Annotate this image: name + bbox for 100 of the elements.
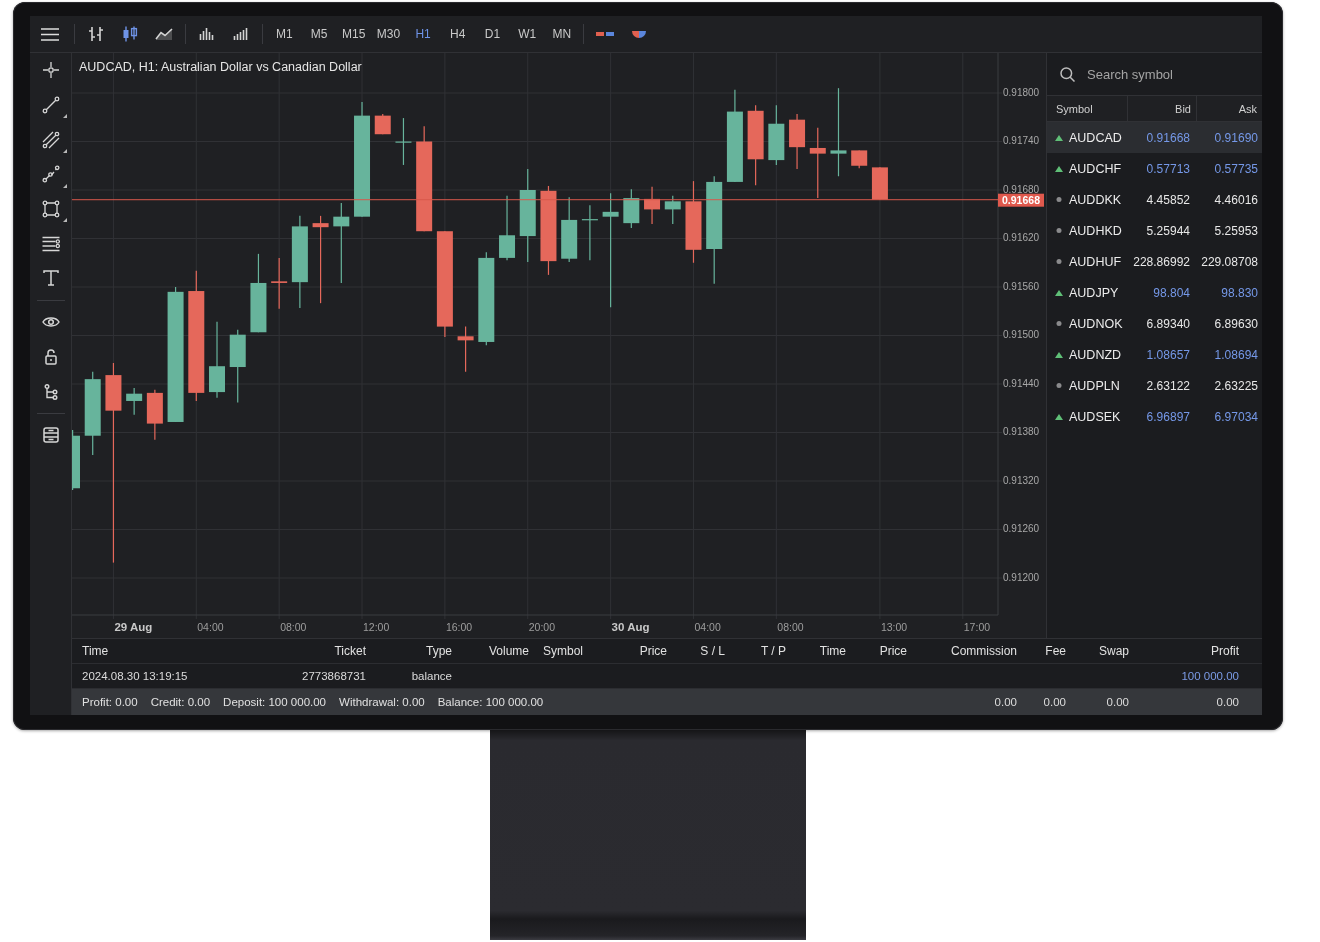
bid-price: 2.63122 — [1145, 378, 1191, 393]
summary-item: Balance: 100 000.00 — [437, 696, 544, 708]
watchlist-row[interactable]: AUDJPY 98.804 98.830 — [1047, 277, 1262, 308]
timeframe-tab[interactable]: M30 — [371, 19, 406, 49]
column-header: Profit — [1210, 644, 1240, 658]
time-axis-label: 12:00 — [363, 621, 390, 633]
watchlist-row[interactable]: AUDNZD 1.08657 1.08694 — [1047, 339, 1262, 370]
total-cell-text: 0.00 — [1215, 696, 1240, 708]
menu-icon[interactable] — [41, 27, 59, 41]
timeframe-tab[interactable]: M15 — [336, 19, 372, 49]
symbol-name: AUDSEK — [1069, 409, 1121, 424]
price-axis-label: 0.91620 — [1003, 232, 1040, 243]
search-field[interactable]: Search symbol — [1087, 63, 1237, 85]
current-price-tag: 0.91668 — [998, 193, 1044, 207]
column-header: Symbol — [542, 644, 584, 658]
histogram-icon[interactable] — [199, 28, 215, 40]
column-header: Price — [878, 644, 908, 658]
timeframe-tab[interactable]: D1 — [475, 19, 510, 49]
price-axis-label: 0.91320 — [1003, 474, 1040, 486]
symbol-name: AUDNZD — [1069, 347, 1122, 362]
ohlc-bars-icon[interactable] — [88, 26, 104, 42]
summary-item: Deposit: 100 000.00 — [223, 696, 327, 708]
candlestick-icon[interactable] — [122, 26, 138, 42]
submenu-corner-icon — [63, 183, 67, 188]
watchlist-row[interactable]: AUDSEK 6.96897 6.97034 — [1047, 401, 1262, 432]
ask-price: 229.08708 — [1200, 254, 1259, 269]
watchlist-row[interactable]: AUDNOK 6.89340 6.89630 — [1047, 308, 1262, 339]
summary-item: Withdrawal: 0.00 — [339, 696, 425, 708]
stacked-panels-icon[interactable] — [42, 427, 59, 444]
price-axis-label: 0.91440 — [1003, 377, 1040, 389]
total-cell-text: 0.00 — [993, 696, 1018, 708]
text-tool-icon[interactable] — [42, 270, 59, 287]
timeframe-tab[interactable]: MN — [544, 19, 580, 49]
symbol-name: AUDHKD — [1069, 223, 1122, 238]
crosshair-icon[interactable] — [41, 61, 60, 80]
price-axis-label: 0.91800 — [1003, 86, 1040, 98]
column-header: S / L — [699, 644, 726, 658]
table-cell-text: 2024.08.30 13:19:15 — [81, 670, 189, 682]
symbol-name: AUDNOK — [1069, 316, 1123, 331]
watchlist-row[interactable]: AUDHKD 5.25944 5.25953 — [1047, 215, 1262, 246]
watchlist-row[interactable]: AUDHUF 228.86992 229.08708 — [1047, 246, 1262, 277]
table-cell-text: 2773868731 — [301, 670, 367, 682]
watchlist-row[interactable]: AUDCHF 0.57713 0.57735 — [1047, 153, 1262, 184]
submenu-corner-icon — [63, 218, 67, 223]
column-header: Symbol — [1055, 101, 1094, 117]
column-header: Type — [425, 644, 453, 658]
rectangle-icon[interactable] — [41, 200, 60, 219]
timeframe-tab[interactable]: H1 — [405, 19, 441, 49]
parallel-lines-icon[interactable] — [41, 130, 60, 149]
line-chart-icon[interactable] — [155, 28, 173, 40]
price-axis-label: 0.91560 — [1003, 280, 1040, 292]
bid-price: 6.89340 — [1145, 316, 1191, 331]
ask-price: 4.46016 — [1213, 192, 1259, 207]
price-axis-label: 0.91680 — [1003, 183, 1040, 195]
tree-structure-icon[interactable] — [43, 383, 58, 400]
bid-price: 1.08657 — [1145, 347, 1191, 362]
price-axis-label: 0.91200 — [1003, 571, 1040, 583]
column-header: Bid — [1127, 96, 1196, 121]
price-axis-label: 0.91260 — [1003, 523, 1040, 534]
line-segment-icon[interactable] — [41, 96, 60, 115]
dashes-icon[interactable] — [596, 32, 615, 36]
watchlist-row[interactable]: AUDCAD 0.91668 0.91690 — [1047, 122, 1262, 153]
half-disc-icon[interactable] — [632, 30, 647, 38]
column-header: Ticket — [333, 644, 367, 658]
ask-price: 0.57735 — [1213, 161, 1259, 176]
eye-icon[interactable] — [41, 316, 60, 329]
ask-price: 2.63225 — [1213, 378, 1259, 393]
column-header: Fee — [1044, 644, 1067, 658]
ask-price: 0.91690 — [1213, 130, 1259, 145]
total-cell-text: 0.00 — [1042, 696, 1067, 708]
symbol-name: AUDCHF — [1069, 161, 1122, 176]
padlock-icon[interactable] — [44, 348, 57, 365]
time-axis-label: 04:00 — [197, 621, 224, 633]
polyline-icon[interactable] — [41, 165, 60, 184]
symbol-name: AUDJPY — [1069, 285, 1119, 300]
search-icon[interactable] — [1060, 66, 1075, 82]
timeframe-tab[interactable]: M5 — [301, 19, 337, 49]
watchlist-row[interactable]: AUDPLN 2.63122 2.63225 — [1047, 370, 1262, 401]
watchlist-row[interactable]: AUDDKK 4.45852 4.46016 — [1047, 184, 1262, 215]
time-axis-label: 30 Aug — [611, 621, 650, 633]
time-axis-label: 04:00 — [694, 621, 721, 633]
rising-bars-icon[interactable] — [233, 28, 249, 40]
ask-price: 1.08694 — [1213, 347, 1259, 362]
symbol-name: AUDPLN — [1069, 378, 1120, 393]
total-cell-text: 0.00 — [1105, 696, 1130, 708]
column-header: Ask — [1196, 96, 1262, 121]
price-axis-label: 0.91500 — [1003, 329, 1040, 340]
ask-price: 5.25953 — [1213, 223, 1259, 238]
horizontal-lines-icon[interactable] — [41, 235, 60, 252]
timeframe-tab[interactable]: H4 — [440, 19, 476, 49]
timeframe-tab[interactable]: M1 — [267, 19, 302, 49]
timeframe-tab[interactable]: W1 — [509, 19, 545, 49]
column-header: Price — [638, 644, 668, 658]
column-header: Swap — [1097, 644, 1130, 658]
bid-price: 6.96897 — [1145, 409, 1191, 424]
symbol-name: AUDHUF — [1069, 254, 1122, 269]
ask-price: 6.97034 — [1213, 409, 1259, 424]
bid-price: 5.25944 — [1145, 223, 1191, 238]
time-axis-label: 16:00 — [445, 621, 473, 633]
submenu-corner-icon — [63, 149, 67, 154]
